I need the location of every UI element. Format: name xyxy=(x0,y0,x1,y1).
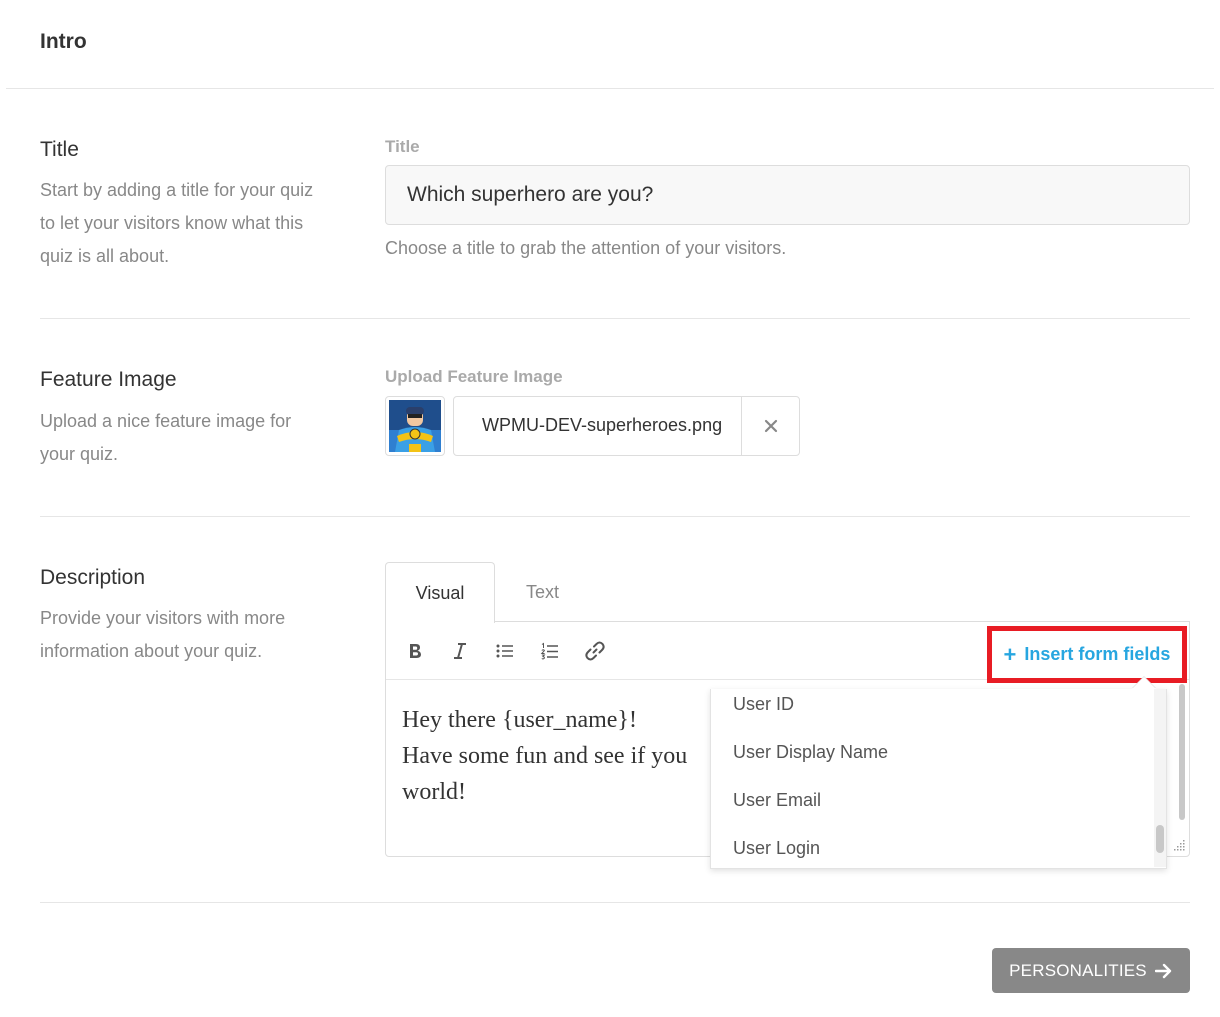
editor-line: Have some fun and see if you xyxy=(402,743,688,769)
feature-image-thumbnail[interactable] xyxy=(385,396,445,456)
section-divider xyxy=(40,516,1190,517)
personalities-next-button[interactable]: PERSONALITIES xyxy=(992,948,1190,993)
remove-image-button[interactable] xyxy=(742,397,800,455)
file-name-field: WPMU-DEV-superheroes.png xyxy=(453,396,800,456)
resize-handle-icon[interactable] xyxy=(1172,838,1186,852)
dropdown-item-user-login[interactable]: User Login xyxy=(733,838,820,859)
section-divider xyxy=(40,902,1190,903)
title-input[interactable] xyxy=(385,165,1190,225)
title-field-help: Choose a title to grab the attention of … xyxy=(385,238,787,258)
plus-icon: + xyxy=(1003,641,1017,667)
title-field-label: Title xyxy=(385,137,420,156)
bullet-list-button[interactable] xyxy=(492,638,518,664)
link-icon xyxy=(585,641,605,661)
insert-form-fields-button[interactable]: + Insert form fields xyxy=(987,626,1187,683)
page-title: Intro xyxy=(40,30,87,53)
dropdown-caret xyxy=(1132,677,1156,689)
section-divider xyxy=(40,318,1190,319)
dropdown-scroll-thumb[interactable] xyxy=(1156,825,1164,853)
tab-text[interactable]: Text xyxy=(495,562,590,622)
bullet-list-icon xyxy=(496,644,513,658)
dropdown-item-user-display-name[interactable]: User Display Name xyxy=(733,742,888,763)
italic-button[interactable] xyxy=(447,638,473,664)
feature-image-heading: Feature Image xyxy=(40,368,177,391)
superhero-image xyxy=(389,400,441,452)
form-fields-dropdown: User ID User Display Name User Email Use… xyxy=(710,689,1167,869)
editor-line: world! xyxy=(402,779,466,805)
next-button-label: PERSONALITIES xyxy=(1009,960,1147,980)
insert-form-fields-label: Insert form fields xyxy=(1024,644,1171,664)
title-section-heading: Title xyxy=(40,138,79,161)
editor-content[interactable]: Hey there {user_name}! Have some fun and… xyxy=(402,702,722,810)
editor-scroll-thumb[interactable] xyxy=(1179,684,1185,820)
link-button[interactable] xyxy=(582,638,608,664)
italic-icon xyxy=(454,643,466,659)
dropdown-scrollbar[interactable] xyxy=(1154,689,1166,867)
close-icon xyxy=(764,419,778,433)
editor-line: Hey there {user_name}! xyxy=(402,707,637,733)
title-section-description: Start by adding a title for your quiz to… xyxy=(40,180,314,266)
bold-icon xyxy=(410,644,421,658)
description-heading: Description xyxy=(40,566,146,589)
tab-visual[interactable]: Visual xyxy=(385,562,495,623)
numbered-list-button[interactable] xyxy=(537,638,563,664)
arrow-right-icon xyxy=(1154,963,1172,978)
page-header: Intro xyxy=(6,0,1214,89)
dropdown-item-user-id[interactable]: User ID xyxy=(733,694,794,715)
upload-image-label: Upload Feature Image xyxy=(385,367,563,386)
file-name: WPMU-DEV-superheroes.png xyxy=(482,415,723,435)
numbered-list-icon xyxy=(540,642,558,660)
dropdown-item-user-email[interactable]: User Email xyxy=(733,790,821,811)
description-section-description: Provide your visitors with more informat… xyxy=(40,608,286,661)
feature-image-description: Upload a nice feature image for your qui… xyxy=(40,411,292,464)
editor-scrollbar[interactable] xyxy=(1177,684,1187,824)
bold-button[interactable] xyxy=(402,638,428,664)
